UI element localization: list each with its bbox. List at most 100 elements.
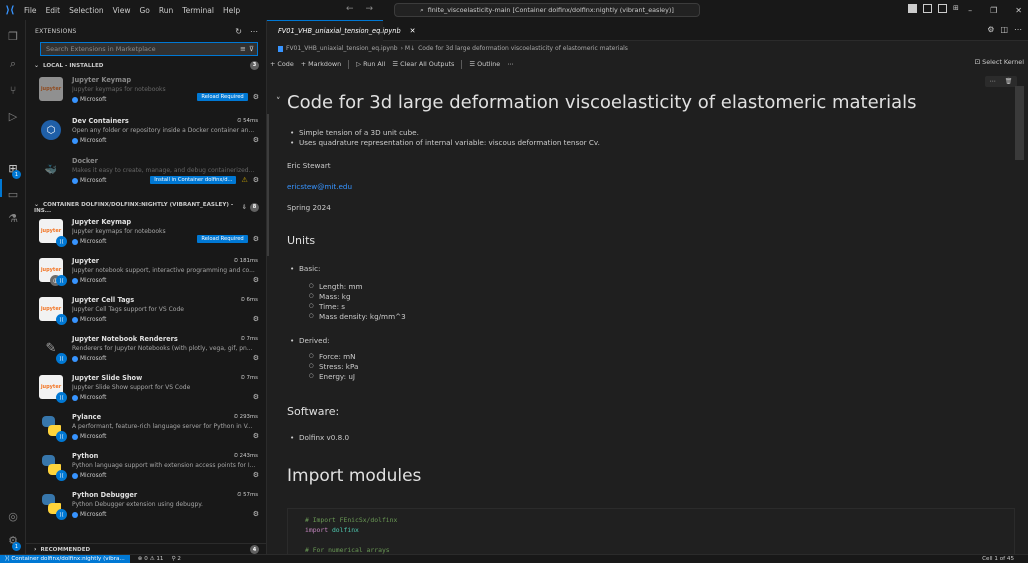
window-controls: – ❐ ✕ (968, 0, 1028, 20)
docker-whale-icon: 🐳 (44, 164, 58, 176)
extension-jupyter-slide-show[interactable]: jupyter ⟩⟨ Jupyter Slide Show ⏲ 7ms Jupy… (26, 372, 266, 410)
container-installed-header[interactable]: ⌄ CONTAINER DOLFINX/DOLFINX:NIGHTLY (VIB… (26, 200, 266, 214)
close-window-icon[interactable]: ✕ (1015, 6, 1022, 15)
manage-gear-icon[interactable]: ⚙ (253, 354, 259, 362)
extension-jupyter-keymap-local[interactable]: jupyter Jupyter Keymap Jupyter keymaps f… (26, 74, 266, 112)
command-center[interactable]: ⌕ finite_viscoelasticity-main [Container… (394, 3, 700, 17)
toggle-secondary-sidebar-icon[interactable] (938, 4, 947, 13)
activation-time-value: 181ms (239, 258, 258, 264)
notebook-editor[interactable]: ˅ Code for 3d large deformation viscoela… (267, 76, 1028, 554)
chevron-down-icon: ⌄ (34, 200, 40, 208)
publisher-name: Microsoft (80, 138, 107, 144)
install-in-container-button[interactable]: Install in Container dolfinx/d... (150, 176, 237, 184)
reload-required-button[interactable]: Reload Required (197, 235, 248, 243)
testing-icon[interactable]: ⚗ (5, 210, 21, 226)
source-control-icon[interactable]: ⑂ (5, 82, 21, 98)
manage-gear-icon[interactable]: ⚙ (253, 235, 259, 243)
extension-actions: ⚙ (253, 315, 259, 323)
extension-actions: Reload Required ⚙ (197, 93, 259, 101)
toggle-sidebar-icon[interactable] (908, 4, 917, 13)
extension-jupyter[interactable]: jupyter ◑ ⟩⟨ Jupyter ⏲ 181ms Jupyter not… (26, 255, 266, 293)
outline-button[interactable]: ☰ Outline (469, 60, 500, 68)
menu-file[interactable]: File (24, 6, 37, 15)
manage-gear-icon[interactable]: ⚙ (253, 176, 259, 184)
extension-jupyter-notebook-renderers[interactable]: ✎ ⟩⟨ Jupyter Notebook Renderers ⏲ 7ms Re… (26, 333, 266, 371)
accounts-icon[interactable]: ◎ (5, 508, 21, 524)
menu-view[interactable]: View (113, 6, 131, 15)
split-editor-icon[interactable]: ◫ (1000, 25, 1008, 34)
forward-arrow-icon[interactable]: → (366, 4, 374, 14)
extension-publisher: Microsoft (72, 512, 106, 518)
extension-python[interactable]: ⟩⟨ Python ⏲ 243ms Python language suppor… (26, 450, 266, 488)
menu-go[interactable]: Go (139, 6, 149, 15)
menu-edit[interactable]: Edit (46, 6, 61, 15)
extension-python-debugger[interactable]: ⟩⟨ Python Debugger ⏲ 57ms Python Debugge… (26, 489, 266, 527)
explorer-icon[interactable]: ❐ (5, 28, 21, 44)
menu-help[interactable]: Help (223, 6, 240, 15)
clear-outputs-button[interactable]: ☰ Clear All Outputs (392, 60, 454, 68)
dev-containers-icon: ⬡ (41, 120, 61, 140)
extension-pylance[interactable]: ⟩⟨ Pylance ⏲ 293ms A performant, feature… (26, 411, 266, 449)
customize-layout-icon[interactable]: ⊞ (953, 4, 959, 13)
refresh-icon[interactable]: ↻ (235, 27, 242, 36)
manage-gear-icon[interactable]: ⚙ (253, 315, 259, 323)
verified-icon (72, 278, 78, 284)
manage-gear-icon[interactable]: ⚙ (253, 276, 259, 284)
extension-name: Docker (72, 157, 98, 165)
run-debug-icon[interactable]: ▷ (5, 108, 21, 124)
run-all-button[interactable]: ▷ Run All (356, 60, 385, 68)
manage-gear-icon[interactable]: ⚙ (253, 93, 259, 101)
settings-icon[interactable]: ⚙ (987, 25, 994, 34)
extension-docker[interactable]: 🐳 Docker Makes it easy to create, manage… (26, 155, 266, 193)
code-cell[interactable]: # Import FEnicSx/dolfinx import dolfinx … (287, 508, 1015, 554)
remote-badge-icon: ⟩⟨ (56, 275, 67, 286)
activation-time: ⏲ 293ms (233, 414, 258, 420)
extension-desc: Jupyter notebook support, interactive pr… (72, 267, 255, 274)
recommended-header[interactable]: › RECOMMENDED 4 (26, 543, 266, 554)
filter-icon[interactable]: ⊽ (249, 45, 254, 53)
select-kernel-button[interactable]: ⚀ Select Kernel (975, 58, 1024, 66)
more-toolbar-icon[interactable]: ⋯ (507, 60, 513, 68)
extension-jupyter-cell-tags[interactable]: jupyter ⟩⟨ Jupyter Cell Tags ⏲ 6ms Jupyt… (26, 294, 266, 332)
extension-jupyter-keymap[interactable]: jupyter ⟩⟨ Jupyter Keymap Jupyter keymap… (26, 216, 266, 254)
menu-terminal[interactable]: Terminal (182, 6, 214, 15)
add-markdown-button[interactable]: + Markdown (301, 60, 341, 68)
restore-icon[interactable]: ❐ (990, 6, 997, 15)
reload-required-button[interactable]: Reload Required (197, 93, 248, 101)
cell-position[interactable]: Cell 1 of 45 (982, 556, 1014, 562)
extension-dev-containers[interactable]: ⬡ Dev Containers ⏲ 54ms Open any folder … (26, 115, 266, 153)
manage-gear-icon[interactable]: ⚙ (253, 432, 259, 440)
minimize-icon[interactable]: – (968, 6, 972, 15)
clear-filter-icon[interactable]: ≡ (240, 45, 246, 53)
ports-indicator[interactable]: ⚲ 2 (171, 556, 180, 562)
chevron-down-icon[interactable]: ˅ (276, 97, 281, 107)
problems-indicator[interactable]: ⊗ 0 ⚠ 11 (138, 556, 164, 562)
menu-selection[interactable]: Selection (69, 6, 104, 15)
tab-notebook[interactable]: FV01_VHB_uniaxial_tension_eq.ipynb ✕ (267, 20, 416, 41)
local-installed-header[interactable]: ⌄ LOCAL - INSTALLED 3 (26, 59, 266, 71)
breadcrumb-heading[interactable]: Code for 3d large deformation viscoelast… (418, 45, 628, 52)
menu-run[interactable]: Run (159, 6, 173, 15)
manage-gear-icon[interactable]: ⚙ (253, 510, 259, 518)
sidebar-actions: ↻ ⋯ (235, 27, 258, 36)
breadcrumb-file[interactable]: FV01_VHB_uniaxial_tension_eq.ipynb (286, 45, 398, 52)
author-email-link[interactable]: ericstew@mit.edu (287, 182, 352, 191)
cloud-download-icon[interactable]: ⇩ (242, 204, 247, 211)
remote-explorer-icon[interactable]: ▭ (5, 186, 21, 202)
remote-indicator[interactable]: ⟩⟨ Container dolfinx/dolfinx:nightly (vi… (0, 554, 130, 563)
activation-time-value: 243ms (239, 453, 258, 459)
more-actions-icon[interactable]: ⋯ (1014, 25, 1022, 34)
manage-gear-icon[interactable]: ⚙ (253, 471, 259, 479)
manage-gear-icon[interactable]: ⚙ (253, 393, 259, 401)
search-icon[interactable]: ⌕ (5, 56, 21, 72)
intro-list: Simple tension of a 3D unit cube. Uses q… (287, 128, 600, 148)
more-actions-icon[interactable]: ⋯ (250, 27, 258, 36)
editor-scrollbar[interactable] (1015, 86, 1024, 160)
toggle-panel-icon[interactable] (923, 4, 932, 13)
manage-gear-icon[interactable]: ⚙ (253, 136, 259, 144)
add-code-button[interactable]: + Code (270, 60, 294, 68)
back-arrow-icon[interactable]: ← (346, 4, 354, 14)
activation-time-value: 7ms (246, 375, 259, 381)
close-tab-icon[interactable]: ✕ (410, 27, 416, 35)
extension-search-input[interactable] (46, 45, 236, 53)
